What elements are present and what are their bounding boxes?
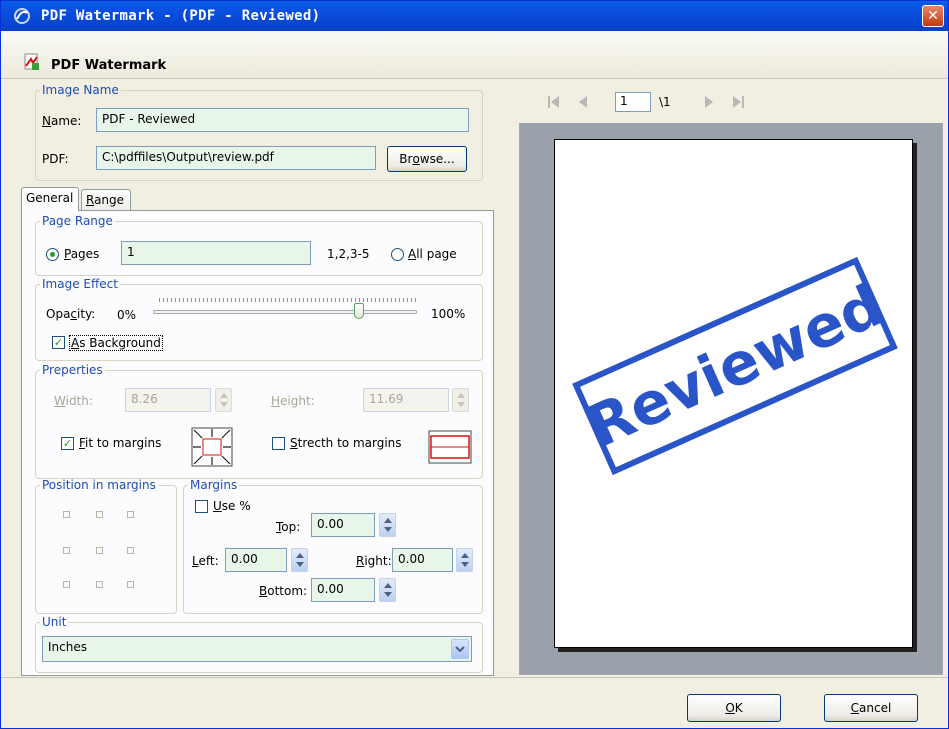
last-page-icon[interactable] bbox=[730, 94, 746, 110]
name-input[interactable]: PDF - Reviewed bbox=[96, 108, 469, 132]
right-margin-input[interactable]: 0.00 bbox=[392, 548, 453, 572]
properties-group: Preperties bbox=[35, 363, 483, 479]
stretch-to-margins-icon bbox=[428, 430, 472, 464]
position-bottom-right[interactable] bbox=[127, 581, 134, 588]
right-margin-spinner[interactable] bbox=[456, 548, 473, 572]
properties-legend: Preperties bbox=[42, 363, 103, 377]
left-label: Left: bbox=[192, 554, 219, 568]
opacity-max-label: 100% bbox=[431, 307, 466, 321]
position-center[interactable] bbox=[96, 547, 103, 554]
height-spinner[interactable] bbox=[452, 388, 469, 412]
close-icon: ✕ bbox=[927, 8, 939, 24]
first-page-icon[interactable] bbox=[546, 94, 562, 110]
pages-hint: 1,2,3-5 bbox=[327, 247, 370, 261]
use-percent-checkbox[interactable] bbox=[195, 500, 208, 513]
position-middle-right[interactable] bbox=[127, 547, 134, 554]
all-pages-radio[interactable] bbox=[391, 248, 404, 261]
reviewed-watermark-stamp: Reviewed bbox=[572, 256, 898, 476]
tab-range[interactable]: Range bbox=[81, 189, 131, 211]
bottom-margin-spinner[interactable] bbox=[379, 578, 396, 602]
bottom-margin-input[interactable]: 0.00 bbox=[311, 578, 375, 602]
fit-to-margins-checkbox[interactable]: ✓ bbox=[61, 437, 74, 450]
chevron-down-icon[interactable] bbox=[451, 639, 469, 659]
tab-general[interactable]: General bbox=[21, 187, 79, 211]
height-input[interactable]: 11.69 bbox=[363, 388, 449, 412]
pdf-file-icon bbox=[24, 53, 39, 70]
preview-toolbar: 1 \1 bbox=[519, 83, 943, 123]
dialog-heading: PDF Watermark bbox=[51, 58, 167, 73]
left-margin-input[interactable]: 0.00 bbox=[225, 548, 287, 572]
position-top-right[interactable] bbox=[127, 511, 134, 518]
cancel-button[interactable]: Cancel bbox=[824, 694, 918, 722]
width-spinner[interactable] bbox=[215, 388, 232, 412]
close-button[interactable]: ✕ bbox=[922, 5, 944, 27]
fit-to-margins-label: Fit to margins bbox=[79, 436, 162, 450]
dialog-footer: OK Cancel bbox=[1, 677, 948, 728]
left-margin-spinner[interactable] bbox=[291, 548, 308, 572]
position-legend: Position in margins bbox=[42, 478, 156, 492]
top-margin-input[interactable]: 0.00 bbox=[311, 513, 375, 537]
name-label: Name: bbox=[42, 114, 82, 128]
use-percent-label: Use % bbox=[213, 499, 251, 513]
page-range-legend: Page Range bbox=[42, 214, 113, 228]
page-total-label: \1 bbox=[659, 95, 671, 109]
pages-input[interactable]: 1 bbox=[121, 241, 311, 265]
pdf-watermark-dialog: PDF Watermark - (PDF - Reviewed) ✕ PDF W… bbox=[0, 0, 949, 729]
stretch-to-margins-checkbox[interactable] bbox=[272, 437, 285, 450]
as-background-checkbox[interactable]: ✓ bbox=[52, 336, 65, 349]
unit-select-value: Inches bbox=[48, 640, 87, 654]
position-top-left[interactable] bbox=[63, 511, 70, 518]
bottom-label: Bottom: bbox=[259, 584, 308, 598]
title-bar[interactable]: PDF Watermark - (PDF - Reviewed) ✕ bbox=[1, 1, 948, 31]
opacity-min-label: 0% bbox=[117, 308, 137, 322]
top-label: Top: bbox=[276, 520, 301, 534]
unit-select[interactable]: Inches bbox=[42, 636, 472, 662]
image-effect-legend: Image Effect bbox=[42, 277, 118, 291]
ok-button[interactable]: OK bbox=[687, 694, 781, 722]
opacity-slider-ticks bbox=[159, 298, 417, 302]
browse-button[interactable]: Br o wse... bbox=[387, 146, 467, 172]
watermark-app-icon bbox=[14, 8, 30, 24]
top-margin-spinner[interactable] bbox=[379, 513, 396, 537]
opacity-slider-thumb[interactable] bbox=[353, 303, 364, 319]
next-page-icon[interactable] bbox=[702, 94, 716, 110]
position-grid[interactable] bbox=[61, 509, 141, 593]
height-label: Height: bbox=[271, 394, 315, 408]
unit-legend: Unit bbox=[42, 615, 67, 629]
position-middle-left[interactable] bbox=[63, 547, 70, 554]
width-label: Width: bbox=[54, 394, 93, 408]
pdf-path-input[interactable]: C:\pdffiles\Output\review.pdf bbox=[96, 146, 376, 170]
window-title: PDF Watermark - (PDF - Reviewed) bbox=[41, 8, 321, 24]
position-bottom-center[interactable] bbox=[96, 581, 103, 588]
width-input[interactable]: 8.26 bbox=[125, 388, 211, 412]
previous-page-icon[interactable] bbox=[576, 94, 590, 110]
margins-legend: Margins bbox=[190, 478, 238, 492]
dialog-header: PDF Watermark bbox=[1, 31, 948, 79]
pdf-label: PDF: bbox=[42, 152, 69, 166]
all-pages-label: All page bbox=[408, 247, 457, 261]
position-top-center[interactable] bbox=[96, 511, 103, 518]
right-label: Right: bbox=[356, 554, 392, 568]
pages-radio[interactable] bbox=[46, 248, 59, 261]
position-bottom-left[interactable] bbox=[63, 581, 70, 588]
as-background-label: As Background bbox=[69, 335, 163, 351]
stretch-to-margins-label: Strecth to margins bbox=[290, 436, 402, 450]
page-number-input[interactable]: 1 bbox=[615, 92, 651, 112]
preview-page: Reviewed bbox=[554, 139, 913, 648]
image-name-legend: Image Name bbox=[42, 83, 119, 97]
opacity-label: Opacity: bbox=[46, 307, 96, 321]
fit-to-margins-icon bbox=[191, 427, 233, 467]
pages-label: Pages bbox=[64, 247, 100, 261]
opacity-slider-track[interactable] bbox=[153, 310, 417, 314]
